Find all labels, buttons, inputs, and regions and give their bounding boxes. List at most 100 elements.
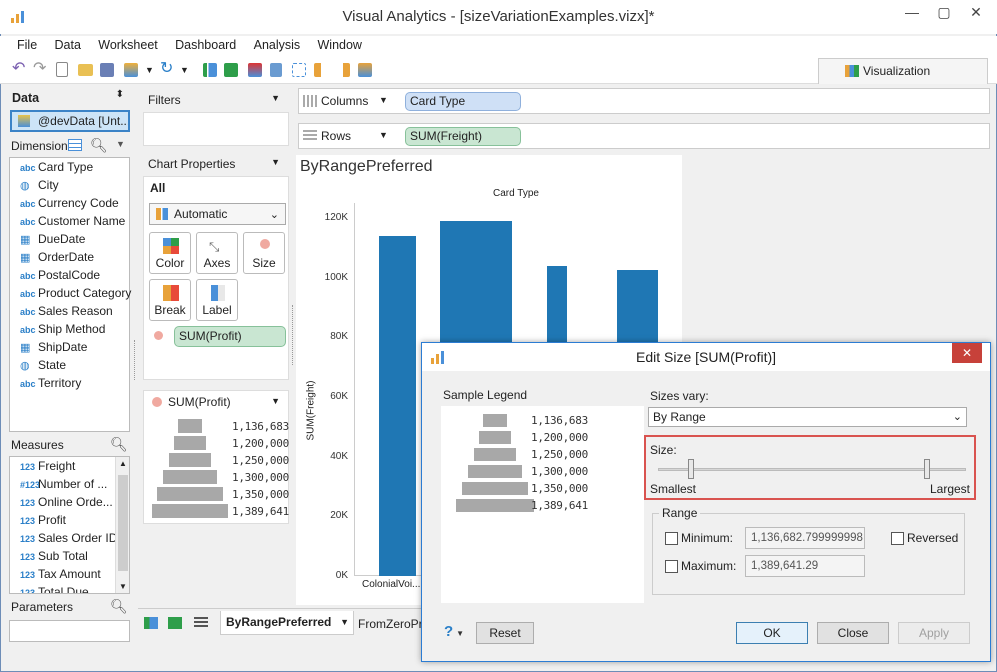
chart-scroll-handle[interactable] (292, 305, 295, 365)
chevron-down-icon[interactable]: ▼ (271, 396, 280, 406)
maximum-checkbox[interactable] (665, 560, 678, 573)
add-chart-icon[interactable] (203, 63, 217, 77)
maximize-button[interactable]: ▢ (930, 2, 958, 22)
help-icon[interactable]: ? ▼ (444, 623, 464, 640)
chevron-down-icon[interactable]: ▼ (116, 139, 125, 149)
scroll-thumb[interactable] (118, 475, 128, 571)
search-icon[interactable]: 🔍︎ (110, 598, 128, 615)
list-item[interactable]: 123 Sales Order ID (20, 531, 117, 549)
rows-pill[interactable]: SUM(Freight) (405, 127, 521, 146)
mark-type-select[interactable]: Automatic ⌄ (149, 203, 286, 225)
ok-button[interactable]: OK (736, 622, 808, 644)
color-button[interactable]: Color (149, 232, 191, 274)
list-item[interactable]: abc Sales Reason (20, 304, 113, 322)
redo-icon[interactable]: ↷ (33, 60, 51, 78)
bar-chart-icon[interactable] (270, 63, 282, 77)
new-file-icon[interactable] (56, 62, 68, 77)
list-item[interactable]: abc Product Category (20, 286, 131, 304)
dropdown-arrow-icon[interactable]: ▼ (180, 60, 198, 78)
size-encoding-pill[interactable]: SUM(Profit) (174, 326, 286, 347)
tab-fromzeropre[interactable]: FromZeroPre (358, 617, 429, 631)
menu-dashboard[interactable]: Dashboard (168, 36, 243, 54)
dialog-close-button[interactable]: ✕ (952, 343, 982, 363)
reset-button[interactable]: Reset (476, 622, 534, 644)
list-item[interactable]: 123 Sub Total (20, 549, 88, 567)
list-item[interactable]: abc Ship Method (20, 322, 105, 340)
columns-pill[interactable]: Card Type (405, 92, 521, 111)
open-folder-icon[interactable] (78, 64, 93, 76)
datasource-selector[interactable]: @devData [Unt... (10, 110, 130, 132)
tab-byrangepreferred[interactable]: ByRangePreferred ▼ (220, 611, 354, 635)
chevron-down-icon[interactable]: ▼ (379, 95, 388, 105)
list-item[interactable]: abc PostalCode (20, 268, 100, 286)
new-worksheet-icon[interactable] (124, 63, 138, 77)
menu-analysis[interactable]: Analysis (247, 36, 308, 54)
add-dashboard-icon[interactable] (224, 63, 238, 77)
size-button[interactable]: Size (243, 232, 285, 274)
chevron-down-icon[interactable]: ▼ (271, 93, 280, 103)
menu-data[interactable]: Data (48, 36, 88, 54)
list-item[interactable]: ◍ State (20, 358, 66, 376)
close-window-button[interactable]: ✕ (962, 2, 990, 22)
list-item[interactable]: abc Card Type (20, 160, 93, 178)
maximum-input[interactable]: 1,389,641.29 (745, 555, 865, 577)
list-item[interactable]: 123 Total Due (20, 585, 89, 593)
menu-worksheet[interactable]: Worksheet (91, 36, 165, 54)
tab-visualization[interactable]: Visualization (818, 58, 988, 84)
label-button[interactable]: Label (196, 279, 238, 321)
undo-icon[interactable]: ↶ (12, 60, 30, 78)
list-item[interactable]: #123Number of ... (20, 477, 107, 495)
list-item[interactable]: ▦ OrderDate (20, 250, 94, 268)
side-scroll-handle[interactable] (134, 340, 137, 380)
menu-window[interactable]: Window (311, 36, 369, 54)
fit-view-icon[interactable] (358, 63, 372, 77)
list-item[interactable]: ▦ DueDate (20, 232, 85, 250)
minimum-input[interactable]: 1,136,682.799999998 (745, 527, 865, 549)
minimize-button[interactable]: — (898, 2, 926, 22)
axes-button[interactable]: ⤡ Axes (196, 232, 238, 274)
list-item[interactable]: 123 Profit (20, 513, 66, 531)
list-item[interactable]: 123 Online Orde... (20, 495, 113, 513)
menu-file[interactable]: File (10, 36, 44, 54)
chevron-down-icon[interactable]: ▼ (271, 157, 280, 167)
minimum-checkbox[interactable] (665, 532, 678, 545)
search-icon[interactable]: 🔍︎ (110, 436, 128, 453)
list-item[interactable]: ◍ City (20, 178, 59, 196)
measures-scrollbar[interactable]: ▲ ▼ (115, 457, 129, 593)
sort-descending-icon[interactable] (336, 63, 350, 77)
filters-drop-area[interactable] (143, 112, 289, 146)
break-button[interactable]: Break (149, 279, 191, 321)
chart-bar[interactable] (378, 235, 416, 576)
apply-button[interactable]: Apply (898, 622, 970, 644)
list-item[interactable]: 123 Tax Amount (20, 567, 101, 585)
list-item[interactable]: ▦ ShipDate (20, 340, 87, 358)
list-item[interactable]: abc Customer Name (20, 214, 125, 232)
size-slider-max-handle[interactable] (924, 459, 930, 479)
tab-list-icon[interactable] (194, 617, 208, 629)
sizes-vary-select[interactable]: By Range ⌄ (648, 407, 967, 427)
clear-sheet-icon[interactable] (248, 63, 262, 77)
refresh-icon[interactable]: ↻ (160, 60, 178, 78)
table-view-icon[interactable] (68, 139, 82, 151)
sort-ascending-icon[interactable] (314, 63, 328, 77)
close-button[interactable]: Close (817, 622, 889, 644)
search-icon[interactable]: 🔍︎ (90, 137, 108, 154)
chevron-down-icon[interactable]: ▼ (340, 611, 349, 633)
scroll-down-icon[interactable]: ▼ (119, 582, 127, 591)
chevron-down-icon[interactable]: ▼ (379, 130, 388, 140)
columns-shelf[interactable]: Columns ▼ Card Type (298, 88, 990, 114)
list-item[interactable]: 123 Freight (20, 459, 75, 477)
new-worksheet-icon[interactable] (144, 617, 158, 629)
rows-shelf[interactable]: Rows ▼ SUM(Freight) (298, 123, 990, 149)
list-item[interactable]: abc Territory (20, 376, 81, 394)
reversed-checkbox[interactable] (891, 532, 904, 545)
swap-axes-icon[interactable] (292, 63, 306, 77)
reversed-label: Reversed (907, 531, 959, 545)
size-slider-track[interactable] (658, 468, 966, 471)
scroll-up-icon[interactable]: ▲ (119, 459, 127, 468)
data-panel-sort-icon[interactable]: ⬍ (116, 89, 124, 100)
new-dashboard-icon[interactable] (168, 617, 182, 629)
size-slider-min-handle[interactable] (688, 459, 694, 479)
list-item[interactable]: abc Currency Code (20, 196, 119, 214)
save-icon[interactable] (100, 63, 114, 77)
